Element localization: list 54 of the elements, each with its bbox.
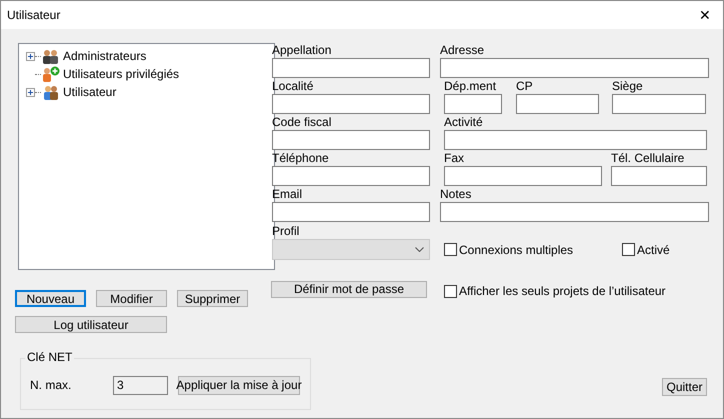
field-label: Siège	[612, 79, 644, 94]
tree-item[interactable]: Utilisateur	[63, 83, 116, 101]
field-label: Dép.ment	[444, 79, 498, 94]
field-label: Adresse	[440, 43, 486, 58]
checkbox[interactable]	[622, 243, 635, 256]
tree-item[interactable]: Utilisateurs privilégiés	[63, 65, 180, 83]
field-label: Code fiscal	[272, 115, 332, 130]
input-field[interactable]	[272, 202, 430, 222]
action-button[interactable]: Modifier	[96, 290, 167, 307]
input-field[interactable]	[516, 94, 599, 114]
field-label: CP	[516, 79, 534, 94]
action-button[interactable]: Supprimer	[177, 290, 248, 307]
field-label: Notes	[440, 187, 472, 202]
checkbox[interactable]	[444, 243, 457, 256]
input-field[interactable]	[444, 166, 602, 186]
input-field[interactable]	[272, 58, 430, 78]
max-label: N. max.	[30, 377, 72, 394]
input-field[interactable]	[612, 94, 706, 114]
field-label: Appellation	[272, 43, 332, 58]
checkbox-label: Activé	[637, 242, 670, 258]
field-label: Fax	[444, 151, 466, 166]
expand-icon[interactable]	[26, 88, 35, 96]
max-field[interactable]: 3	[113, 376, 168, 394]
users-icon	[41, 84, 61, 100]
checkbox-label: Connexions multiples	[459, 242, 574, 258]
user-add-icon	[41, 66, 61, 82]
group-title: Clé NET	[25, 351, 74, 363]
checkbox[interactable]	[444, 284, 457, 298]
close-button[interactable]: ✕	[699, 8, 711, 22]
input-field[interactable]	[444, 130, 707, 150]
expand-icon[interactable]	[26, 52, 35, 60]
people-icon	[41, 48, 61, 64]
field-label: Activité	[444, 115, 484, 130]
quit-button[interactable]: Quitter	[662, 378, 707, 396]
apply-button[interactable]: Appliquer la mise à jour	[178, 376, 300, 394]
input-field[interactable]	[272, 166, 430, 186]
input-field[interactable]	[272, 94, 430, 114]
password-button[interactable]: Définir mot de passe	[271, 280, 427, 298]
input-field[interactable]	[444, 94, 502, 114]
field-label: Tél. Cellulaire	[611, 151, 686, 166]
field-label: Localité	[272, 79, 314, 94]
log-button[interactable]: Log utilisateur	[15, 316, 167, 333]
checkbox-label: Afficher les seuls projets de l’utilisateur	[459, 283, 666, 300]
field-label: Profil	[272, 224, 300, 239]
tree-item[interactable]: Administrateurs	[63, 47, 146, 65]
input-field[interactable]	[611, 166, 707, 186]
field-label: Téléphone	[272, 151, 330, 166]
input-field[interactable]	[440, 202, 709, 222]
window-title: Utilisateur	[7, 7, 60, 24]
chevron-down-icon	[415, 247, 424, 252]
action-button[interactable]: Nouveau	[15, 290, 86, 307]
input-field[interactable]	[440, 58, 709, 78]
field-label: Email	[272, 187, 304, 202]
input-field[interactable]	[272, 130, 430, 150]
